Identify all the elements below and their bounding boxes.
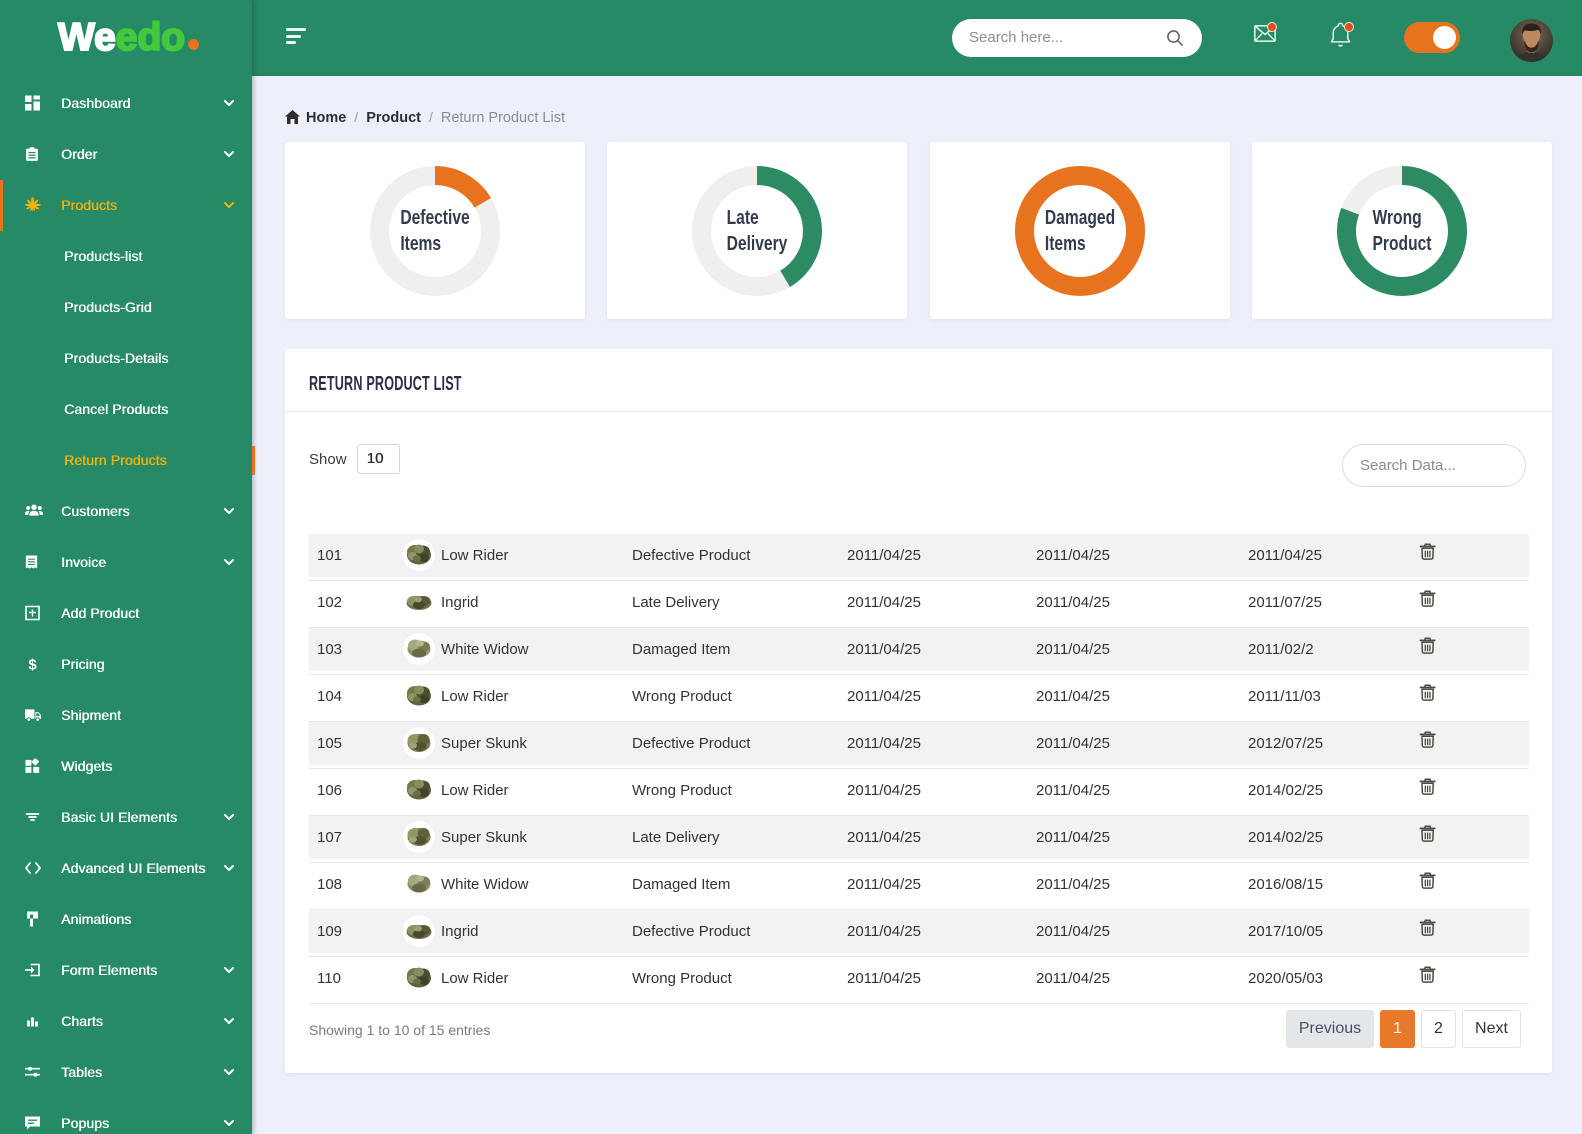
svg-text:$: $: [28, 657, 37, 672]
